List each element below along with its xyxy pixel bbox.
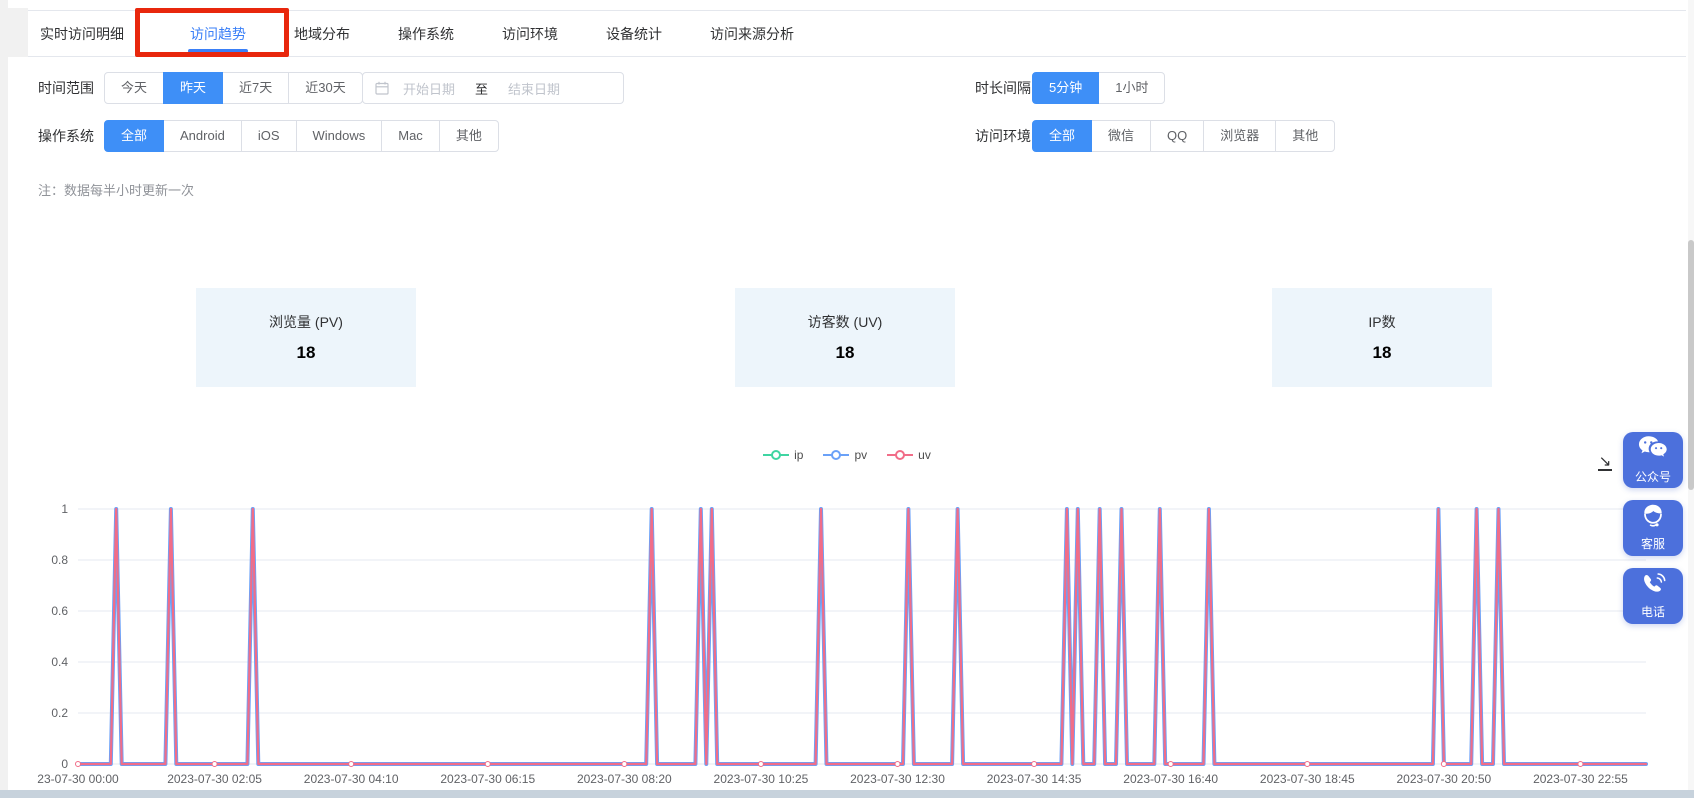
collapse-arrow-icon[interactable]: ↘: [1596, 455, 1614, 471]
env-browser-button[interactable]: 浏览器: [1203, 120, 1276, 152]
phone-icon: [1640, 572, 1666, 601]
date-range-picker[interactable]: 开始日期 至 结束日期: [362, 72, 624, 104]
stat-title: 浏览量 (PV): [269, 312, 343, 332]
x-axis-tick: 23-07-30 00:00: [18, 772, 138, 786]
x-axis-tick: 2023-07-30 22:55: [1520, 772, 1640, 786]
env-group: 全部 微信 QQ 浏览器 其他: [1032, 120, 1335, 152]
env-wechat-button[interactable]: 微信: [1091, 120, 1151, 152]
x-axis-tick: 2023-07-30 14:35: [974, 772, 1094, 786]
os-mac-button[interactable]: Mac: [381, 120, 440, 152]
tab-bar: 实时访问明细 访问趋势 地域分布 操作系统 访问环境 设备统计 访问来源分析: [28, 10, 1686, 57]
env-all-button[interactable]: 全部: [1032, 120, 1092, 152]
x-axis-tick: 2023-07-30 18:45: [1247, 772, 1367, 786]
calendar-icon: [375, 81, 389, 95]
end-date-input[interactable]: 结束日期: [508, 79, 560, 98]
update-note: 注：数据每半小时更新一次: [38, 180, 194, 199]
os-all-button[interactable]: 全部: [104, 120, 164, 152]
floating-button-label: 公众号: [1635, 468, 1671, 485]
floating-button-label: 客服: [1641, 535, 1665, 552]
legend-marker-icon: [887, 450, 913, 460]
os-group: 全部 Android iOS Windows Mac 其他: [104, 120, 499, 152]
legend-item-ip[interactable]: ip: [763, 448, 803, 462]
time-range-30days-button[interactable]: 近30天: [288, 72, 362, 104]
tab-visit-source[interactable]: 访问来源分析: [708, 11, 796, 56]
tab-operating-system[interactable]: 操作系统: [396, 11, 456, 56]
interval-5min-button[interactable]: 5分钟: [1032, 72, 1099, 104]
floating-button-label: 电话: [1641, 603, 1665, 620]
tab-visit-trend[interactable]: 访问趋势: [188, 11, 248, 56]
tab-realtime-detail[interactable]: 实时访问明细: [38, 11, 126, 56]
y-axis-tick: 0.2: [20, 706, 68, 720]
x-axis-tick: 2023-07-30 08:20: [564, 772, 684, 786]
x-axis-tick: 2023-07-30 20:50: [1384, 772, 1504, 786]
official-account-button[interactable]: 公众号: [1623, 432, 1683, 488]
os-label: 操作系统: [38, 120, 94, 152]
legend-marker-icon: [763, 450, 789, 460]
legend-item-pv[interactable]: pv: [823, 448, 867, 462]
stat-title: 访客数 (UV): [808, 312, 883, 332]
y-axis-tick: 0.4: [20, 655, 68, 669]
os-ios-button[interactable]: iOS: [241, 120, 297, 152]
y-axis-tick: 0.8: [20, 553, 68, 567]
stat-card-uv: 访客数 (UV) 18: [735, 288, 955, 387]
date-separator: 至: [475, 79, 488, 98]
stat-value: 18: [1373, 343, 1392, 363]
customer-service-icon: [1640, 504, 1666, 533]
y-axis-tick: 1: [20, 502, 68, 516]
x-axis-tick: 2023-07-30 02:05: [155, 772, 275, 786]
trend-line-chart[interactable]: [0, 420, 1694, 798]
time-range-group: 今天 昨天 近7天 近30天: [104, 72, 363, 104]
os-other-button[interactable]: 其他: [439, 120, 499, 152]
x-axis-tick: 2023-07-30 04:10: [291, 772, 411, 786]
chart-legend: ip pv uv: [0, 448, 1694, 462]
env-other-button[interactable]: 其他: [1275, 120, 1335, 152]
interval-group: 5分钟 1小时: [1032, 72, 1165, 104]
y-axis-tick: 0: [20, 757, 68, 771]
env-qq-button[interactable]: QQ: [1150, 120, 1204, 152]
tabbar-left-gutter: [0, 8, 28, 57]
time-range-today-button[interactable]: 今天: [104, 72, 164, 104]
stat-title: IP数: [1368, 312, 1395, 332]
legend-label: uv: [918, 448, 931, 462]
env-label: 访问环境: [975, 120, 1031, 152]
horizontal-scrollbar[interactable]: [0, 790, 1694, 798]
phone-button[interactable]: 电话: [1623, 568, 1683, 624]
os-android-button[interactable]: Android: [163, 120, 242, 152]
floating-button-stack: 公众号 客服 电话: [1623, 432, 1683, 624]
legend-item-uv[interactable]: uv: [887, 448, 931, 462]
legend-label: pv: [854, 448, 867, 462]
analytics-dashboard: 实时访问明细 访问趋势 地域分布 操作系统 访问环境 设备统计 访问来源分析 时…: [0, 0, 1694, 798]
stat-value: 18: [297, 343, 316, 363]
interval-label: 时长间隔: [975, 72, 1031, 104]
tab-region-distribution[interactable]: 地域分布: [292, 11, 352, 56]
legend-marker-icon: [823, 450, 849, 460]
os-windows-button[interactable]: Windows: [296, 120, 383, 152]
stat-card-pv: 浏览量 (PV) 18: [196, 288, 416, 387]
stat-card-ip: IP数 18: [1272, 288, 1492, 387]
interval-1hour-button[interactable]: 1小时: [1098, 72, 1165, 104]
x-axis-tick: 2023-07-30 06:15: [428, 772, 548, 786]
start-date-input[interactable]: 开始日期: [403, 79, 455, 98]
x-axis-tick: 2023-07-30 16:40: [1111, 772, 1231, 786]
y-axis-tick: 0.6: [20, 604, 68, 618]
customer-service-button[interactable]: 客服: [1623, 500, 1683, 556]
x-axis-tick: 2023-07-30 10:25: [701, 772, 821, 786]
legend-label: ip: [794, 448, 803, 462]
time-range-7days-button[interactable]: 近7天: [222, 72, 289, 104]
wechat-icon: [1637, 435, 1669, 466]
x-axis-tick: 2023-07-30 12:30: [838, 772, 958, 786]
time-range-yesterday-button[interactable]: 昨天: [163, 72, 223, 104]
stat-value: 18: [836, 343, 855, 363]
tab-device-stats[interactable]: 设备统计: [604, 11, 664, 56]
tab-visit-environment[interactable]: 访问环境: [500, 11, 560, 56]
time-range-label: 时间范围: [38, 72, 94, 104]
